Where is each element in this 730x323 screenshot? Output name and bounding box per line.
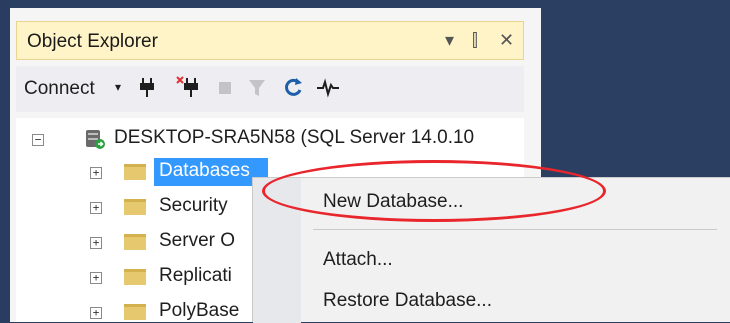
folder-icon: [124, 304, 146, 320]
server-icon: [84, 128, 106, 150]
activity-monitor-icon[interactable]: [316, 76, 340, 103]
security-expand-toggle[interactable]: +: [90, 202, 102, 214]
connect-plug-icon[interactable]: [139, 76, 155, 103]
connect-button[interactable]: Connect: [24, 78, 95, 100]
refresh-icon[interactable]: [284, 76, 304, 103]
tree-node-polybase[interactable]: PolyBase: [159, 300, 239, 322]
server-collapse-toggle[interactable]: −: [32, 134, 44, 146]
stop-icon[interactable]: [218, 76, 232, 103]
panel-title: Object Explorer: [27, 31, 158, 52]
disconnect-plug-icon[interactable]: [176, 76, 200, 103]
menu-item-new-database[interactable]: New Database...: [323, 191, 463, 213]
folder-icon: [124, 164, 146, 180]
server-objects-expand-toggle[interactable]: +: [90, 237, 102, 249]
object-explorer-titlebar: Object Explorer ▾ ⫿ ✕: [16, 21, 524, 60]
object-explorer-toolbar: Connect ▾: [16, 66, 524, 112]
window-position-dropdown-icon[interactable]: ▾: [445, 30, 454, 50]
menu-separator: [313, 229, 717, 230]
tree-node-security[interactable]: Security: [159, 195, 228, 217]
connect-dropdown-icon[interactable]: ▾: [115, 80, 121, 94]
folder-icon: [124, 199, 146, 215]
folder-icon: [124, 234, 146, 250]
tree-node-databases[interactable]: Databases: [159, 160, 250, 182]
context-menu-icon-gutter: [253, 178, 301, 323]
close-icon[interactable]: ✕: [499, 30, 514, 50]
server-node-label[interactable]: DESKTOP-SRA5N58 (SQL Server 14.0.10: [114, 127, 474, 149]
folder-icon: [124, 269, 146, 285]
menu-item-restore-database[interactable]: Restore Database...: [323, 290, 492, 312]
tree-node-replication[interactable]: Replicati: [159, 265, 232, 287]
filter-icon[interactable]: [248, 76, 266, 103]
menu-item-attach[interactable]: Attach...: [323, 249, 393, 271]
left-edge-strip: [0, 0, 10, 322]
replication-expand-toggle[interactable]: +: [90, 272, 102, 284]
polybase-expand-toggle[interactable]: +: [90, 307, 102, 319]
databases-expand-toggle[interactable]: +: [90, 167, 102, 179]
context-menu: New Database... Attach... Restore Databa…: [252, 177, 730, 323]
tree-node-server-objects[interactable]: Server O: [159, 230, 235, 252]
pin-icon[interactable]: ⫿: [472, 30, 478, 50]
